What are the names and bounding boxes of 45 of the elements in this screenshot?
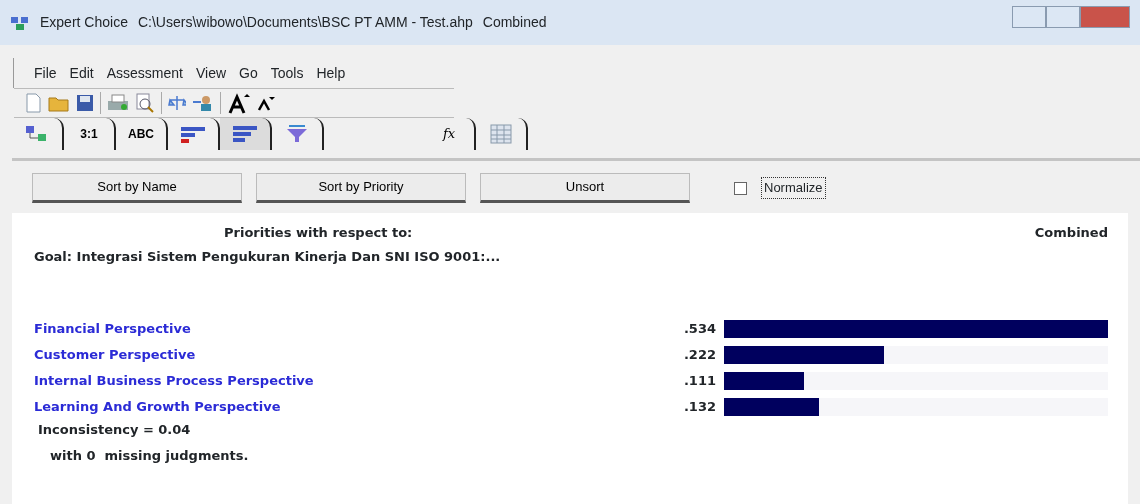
window-mode: Combined: [482, 13, 547, 32]
inconsistency-text: Inconsistency = 0.04: [38, 421, 192, 439]
magnifier-icon[interactable]: [135, 93, 155, 113]
criterion-name[interactable]: Customer Perspective: [34, 345, 656, 365]
menu-item[interactable]: Help: [316, 62, 346, 84]
normalize-label[interactable]: Normalize: [761, 177, 826, 199]
sort-button[interactable]: Unsort: [480, 173, 690, 203]
save-icon[interactable]: [76, 94, 94, 112]
file-path: C:\Users\wibowo\Documents\BSC PT AMM - Test.ahp: [137, 13, 473, 32]
priority-value: .132: [682, 398, 717, 417]
missing-judgments-text: with 0 missing judgments.: [50, 446, 250, 465]
menu-item[interactable]: File: [34, 62, 57, 84]
font-larger-icon[interactable]: [227, 92, 251, 114]
menu-item[interactable]: Assessment: [106, 62, 183, 84]
sort-button[interactable]: Sort by Priority: [256, 173, 466, 203]
menu-item[interactable]: Tools: [270, 62, 304, 84]
normalize-checkbox[interactable]: [734, 181, 747, 195]
menu-item[interactable]: View: [195, 62, 227, 84]
tab[interactable]: [220, 118, 272, 150]
tab[interactable]: fx: [424, 118, 476, 150]
criterion-name[interactable]: Learning And Growth Perspective: [34, 397, 656, 417]
app-icon: [10, 14, 30, 31]
tab[interactable]: ABC: [116, 118, 168, 150]
people-icon[interactable]: [192, 94, 214, 112]
criterion-name[interactable]: Financial Perspective: [34, 319, 656, 339]
funnel-icon: [285, 125, 309, 143]
criterion-name[interactable]: Internal Business Process Perspective: [34, 371, 656, 391]
sort-button[interactable]: Sort by Name: [32, 173, 242, 203]
menu-item[interactable]: Go: [239, 62, 258, 84]
priority-value: .534: [682, 320, 717, 339]
priority-value: .222: [682, 346, 717, 365]
bar-chart-icon: [180, 125, 206, 143]
bar-chart-icon: [232, 125, 258, 143]
menu-item[interactable]: Edit: [69, 62, 94, 84]
grid-icon: [490, 124, 512, 144]
app-name: Expert Choice: [40, 13, 128, 32]
tab[interactable]: 3:1: [64, 118, 116, 150]
goal-text: Goal: Integrasi Sistem Pengukuran Kinerja Dan SNI ISO 9001:...: [34, 247, 502, 266]
tree-icon: [25, 125, 49, 143]
font-smaller-icon[interactable]: [257, 95, 275, 111]
report-heading: Priorities with respect to:: [224, 224, 413, 242]
printer-icon[interactable]: [107, 94, 129, 112]
priority-value: .111: [682, 372, 717, 391]
report-mode: Combined: [1034, 224, 1108, 242]
scale-icon[interactable]: [168, 94, 186, 112]
